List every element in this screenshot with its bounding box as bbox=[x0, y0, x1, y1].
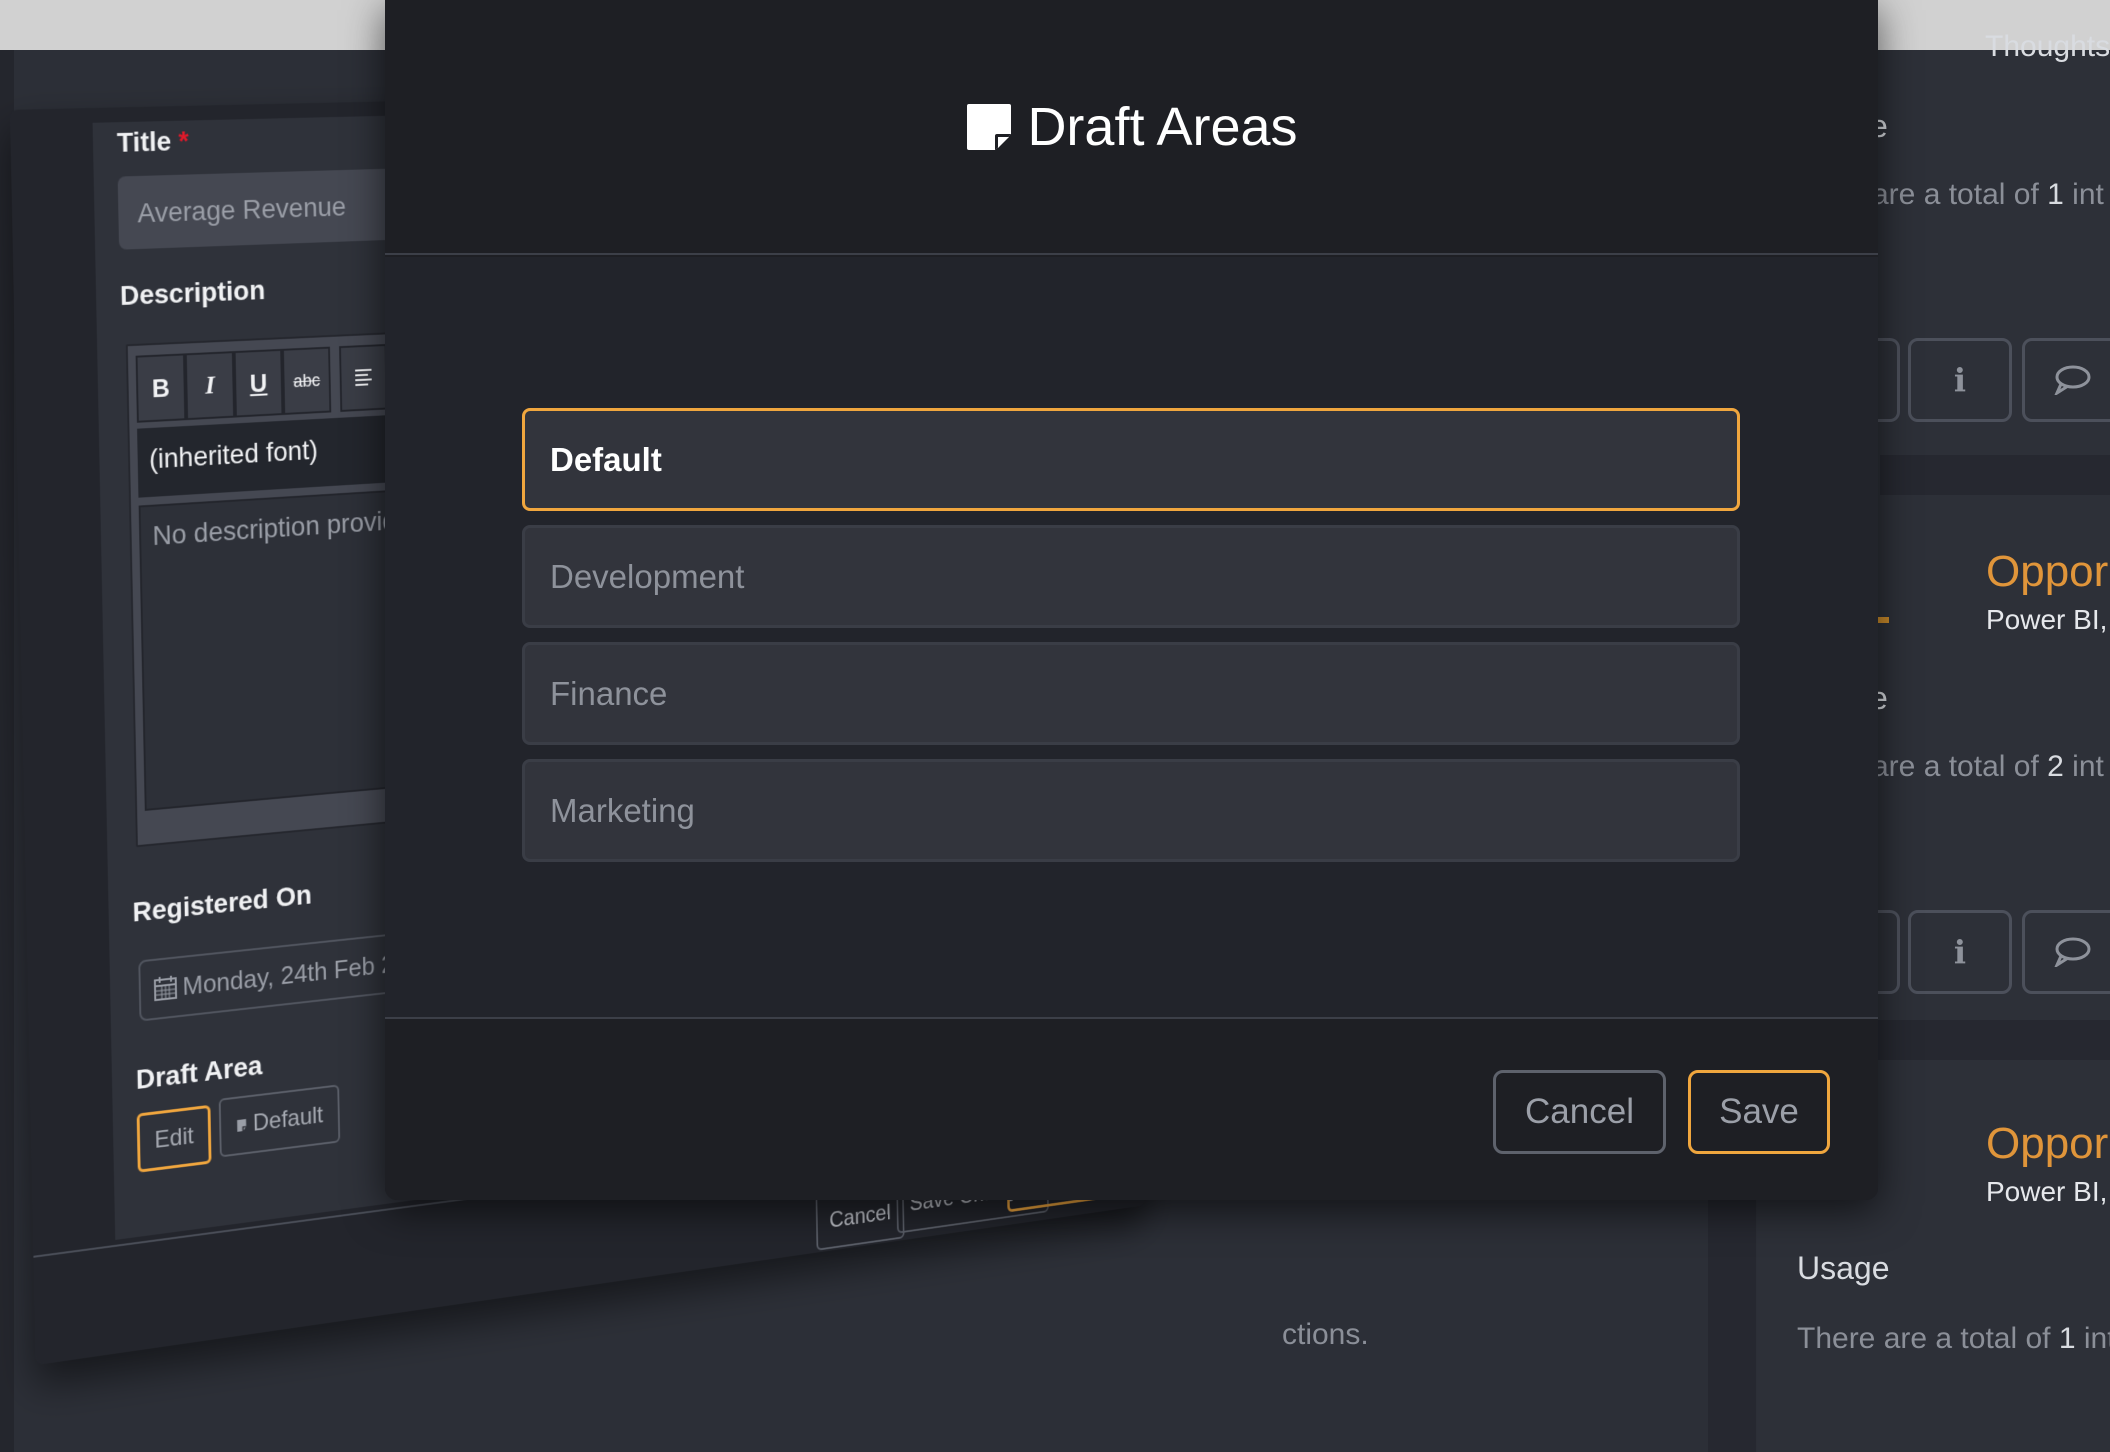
draft-area-option-development[interactable]: Development bbox=[522, 525, 1740, 628]
modal-header: Draft Areas bbox=[385, 0, 1878, 255]
usage-prefix: are a total of bbox=[1872, 178, 2039, 211]
comment-button[interactable] bbox=[2022, 910, 2110, 994]
info-icon: i bbox=[1953, 933, 1967, 971]
description-label: Description bbox=[119, 274, 266, 311]
usage-prefix: are a total of bbox=[1872, 750, 2039, 783]
draft-area-value: Default bbox=[218, 1084, 341, 1158]
truncated-heading: Thoughts bbox=[1985, 30, 2110, 63]
usage-prefix: There are a total of bbox=[1797, 1322, 2051, 1355]
usage-count: 2 bbox=[2047, 750, 2064, 783]
draft-area-option-marketing[interactable]: Marketing bbox=[522, 759, 1740, 862]
card-subtitle: Power BI, bbox=[1986, 1176, 2108, 1207]
usage-suffix: int bbox=[2072, 178, 2104, 211]
draft-area-option-finance[interactable]: Finance bbox=[522, 642, 1740, 745]
card-usage-text: are a total of 2 int bbox=[1872, 750, 2104, 784]
draft-area-label: Draft Area bbox=[135, 1049, 263, 1095]
modal-footer: Cancel Save bbox=[385, 1017, 1878, 1200]
italic-button[interactable]: I bbox=[184, 351, 236, 421]
sticky-note-icon bbox=[237, 1119, 248, 1137]
speech-bubble-icon bbox=[2054, 365, 2091, 395]
speech-bubble-icon bbox=[2054, 937, 2091, 967]
draft-areas-modal: Draft Areas Default Development Finance … bbox=[385, 0, 1878, 1200]
title-label: Title * bbox=[117, 125, 190, 158]
bold-button[interactable]: B bbox=[135, 353, 187, 423]
comment-button[interactable] bbox=[2022, 338, 2110, 422]
card-usage-text: are a total of 1 int bbox=[1872, 178, 2104, 212]
usage-count: 1 bbox=[2047, 178, 2064, 211]
rte-toolbar: B I U abc bbox=[135, 343, 388, 423]
info-icon: i bbox=[1953, 361, 1967, 399]
draft-area-edit-button[interactable]: Edit bbox=[136, 1104, 212, 1173]
draft-area-list: Default Development Finance Marketing bbox=[522, 408, 1740, 862]
draft-area-value-text: Default bbox=[252, 1101, 324, 1137]
align-left-icon bbox=[353, 367, 373, 389]
info-button[interactable]: i bbox=[1908, 910, 2012, 994]
underline-button[interactable]: U bbox=[233, 348, 284, 418]
strikethrough-button[interactable]: abc bbox=[282, 346, 332, 415]
modal-title: Draft Areas bbox=[1027, 96, 1298, 157]
background-text-fragment: ctions. bbox=[1282, 1318, 1369, 1351]
save-button[interactable]: Save bbox=[1688, 1070, 1830, 1154]
orange-marker bbox=[1877, 617, 1889, 623]
registered-on-label: Registered On bbox=[132, 879, 313, 928]
sticky-note-icon bbox=[967, 103, 1012, 150]
modal-body: Default Development Finance Marketing bbox=[385, 257, 1878, 1017]
required-marker: * bbox=[178, 125, 190, 157]
align-left-button[interactable] bbox=[339, 343, 388, 412]
card-title: Oppor bbox=[1986, 547, 2109, 596]
card-heading: Usage bbox=[1797, 1250, 1890, 1286]
info-button[interactable]: i bbox=[1908, 338, 2012, 422]
usage-suffix: int bbox=[2072, 750, 2104, 783]
usage-suffix: int bbox=[2083, 1322, 2110, 1355]
cancel-button[interactable]: Cancel bbox=[1493, 1070, 1666, 1154]
draft-area-option-default[interactable]: Default bbox=[522, 408, 1740, 511]
usage-count: 1 bbox=[2058, 1322, 2076, 1355]
card-separator bbox=[1880, 455, 2110, 495]
title-label-text: Title bbox=[116, 125, 172, 158]
card-usage-text: There are a total of 1 int bbox=[1797, 1322, 2110, 1356]
card-title: Oppor bbox=[1986, 1119, 2109, 1168]
calendar-icon bbox=[154, 974, 177, 1002]
card-subtitle: Power BI, bbox=[1986, 604, 2108, 635]
